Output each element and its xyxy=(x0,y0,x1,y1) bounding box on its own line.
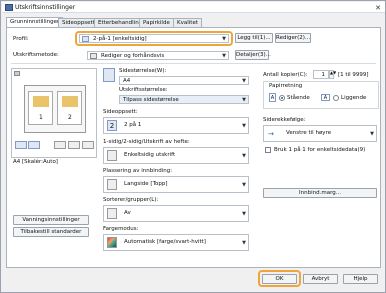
title-bar: Utskriftsinnstillinger ✕ xyxy=(2,2,385,13)
profile-label: Profil: xyxy=(13,36,29,42)
arrow-right-icon: → xyxy=(268,130,274,138)
settings-panel: Profil: 2-på-1 [enkeltsidig] ▼ Legg til(… xyxy=(6,27,381,268)
page-order-select[interactable]: → Venstre til høyre ▼ xyxy=(263,125,377,142)
chevron-down-icon: ▼ xyxy=(242,153,246,159)
preview-caption: A4 [Skalér:Auto] xyxy=(13,159,58,165)
add-profile-button[interactable]: Legg til(1)... xyxy=(235,33,273,43)
binding-value: Langside [Topp] xyxy=(124,181,168,187)
close-icon[interactable]: ✕ xyxy=(375,4,381,12)
output-size-value: Tilpass sidestørrelse xyxy=(123,97,179,103)
tab-quality[interactable]: Kvalitet xyxy=(173,18,202,27)
sorter-label: Sorterer/grupper(L): xyxy=(103,197,159,203)
preview-image xyxy=(33,96,49,107)
output-method-select[interactable]: Rediger og forhåndsvis ▼ xyxy=(87,51,229,60)
preview-sheet: 1 2 xyxy=(24,85,86,133)
page-order-label: Siderekkefølge: xyxy=(263,117,306,123)
profile-select[interactable]: 2-på-1 [enkeltsidig] ▼ xyxy=(79,34,229,43)
orientation-label: Papirretning xyxy=(269,83,303,89)
duplex-value: Enkeltsidig utskrift xyxy=(124,152,176,158)
binding-margin-button[interactable]: Innbind.marg... xyxy=(263,188,377,198)
sorter-value: Av xyxy=(124,210,131,216)
preview-page-right-number: 2 xyxy=(68,114,72,121)
duplex-label: 1-sidig/2-sidig/Utskrift av hefte: xyxy=(103,139,190,145)
preview-page-left-number: 1 xyxy=(39,114,43,121)
landscape-radio[interactable] xyxy=(333,95,339,101)
help-button[interactable]: Hjelp xyxy=(343,274,378,284)
single-sided-icon xyxy=(107,150,117,161)
binding-label: Plassering av innbinding: xyxy=(103,168,173,174)
page-layout-value: 2 på 1 xyxy=(124,122,142,128)
chevron-down-icon: ▼ xyxy=(242,123,246,129)
page-layout-icon: 2 xyxy=(107,120,117,131)
output-method-value: Rediger og forhåndsvis xyxy=(101,53,165,59)
separator xyxy=(11,63,376,64)
paper-view-icon[interactable] xyxy=(28,141,40,149)
binding-select[interactable]: Langside [Topp] ▼ xyxy=(103,176,249,193)
tab-paper-source[interactable]: Papirkilde xyxy=(139,18,174,27)
chevron-down-icon: ▼ xyxy=(222,53,226,59)
chevron-down-icon: ▼ xyxy=(242,182,246,188)
ok-button[interactable]: OK xyxy=(262,274,297,284)
chevron-down-icon: ▼ xyxy=(242,240,246,246)
page-layout-select[interactable]: 2 2 på 1 ▼ xyxy=(103,117,249,134)
rotate-checkbox[interactable] xyxy=(265,147,271,153)
rotate-label: Bruk 1 på 1 for enkeltsidedata(9) xyxy=(274,147,366,153)
profile-value: 2-på-1 [enkeltsidig] xyxy=(93,36,147,42)
chevron-down-icon: ▼ xyxy=(242,97,246,103)
preview-image xyxy=(62,96,78,107)
preview-page-left: 1 xyxy=(28,91,53,125)
restore-defaults-button[interactable]: Tilbakestill standarder xyxy=(13,227,89,237)
portrait-icon: A xyxy=(269,93,276,102)
page-size-icon xyxy=(103,68,115,82)
printer-view-icon[interactable] xyxy=(68,141,80,149)
page-layout-label: Sideoppsett: xyxy=(103,109,138,115)
color-mode-label: Fargemodus: xyxy=(103,226,139,232)
page-order-value: Venstre til høyre xyxy=(286,130,332,136)
color-mode-select[interactable]: Automatisk [farge/svart-hvitt] ▼ xyxy=(103,234,249,251)
sorter-select[interactable]: Av ▼ xyxy=(103,205,249,222)
copies-range: [1 til 9999] xyxy=(338,72,369,78)
layout-view-icon[interactable] xyxy=(15,141,27,149)
edit-profile-button[interactable]: Rediger(2)... xyxy=(275,33,311,43)
sorter-icon xyxy=(107,208,117,219)
window-title: Utskriftsinnstillinger xyxy=(15,4,76,11)
color-mode-icon xyxy=(107,237,117,248)
watermark-settings-button[interactable]: Vanningsinnstillinger xyxy=(13,215,89,225)
chevron-down-icon: ▼ xyxy=(370,131,374,137)
print-preview: 1 2 xyxy=(11,68,97,158)
details-button[interactable]: Detaljer(3)... xyxy=(235,50,271,60)
chevron-down-icon: ▼ xyxy=(242,78,246,84)
landscape-icon: A xyxy=(321,94,330,101)
cancel-button[interactable]: Avbryt xyxy=(303,274,338,284)
color-mode-value: Automatisk [farge/svart-hvitt] xyxy=(124,239,206,245)
chevron-down-icon: ▼ xyxy=(242,211,246,217)
settings-view-icon[interactable] xyxy=(54,141,66,149)
output-size-label: Utskriftsstørrelse: xyxy=(119,87,168,93)
profile-icon xyxy=(82,36,89,42)
print-settings-window: Utskriftsinnstillinger ✕ Grunninnstillin… xyxy=(0,0,386,293)
preview-page-right: 2 xyxy=(57,91,82,125)
printer-app-icon xyxy=(5,4,13,11)
chevron-down-icon: ▼ xyxy=(222,36,226,42)
output-size-select[interactable]: Tilpass sidestørrelse ▼ xyxy=(119,95,249,104)
copies-input[interactable]: 1 xyxy=(313,70,329,79)
printer-icon xyxy=(90,53,97,59)
page-size-label: Sidestørrelse(W): xyxy=(119,68,167,74)
copies-spinner[interactable]: ▲▼ xyxy=(329,70,336,79)
color-view-icon[interactable] xyxy=(82,141,94,149)
portrait-label: Stående xyxy=(287,95,310,101)
output-method-label: Utskriftsmetode: xyxy=(13,52,59,58)
preview-toggle-icon[interactable] xyxy=(14,71,20,76)
page-size-value: A4 xyxy=(123,78,131,84)
landscape-label: Liggende xyxy=(341,95,367,101)
portrait-radio[interactable] xyxy=(279,95,285,101)
page-size-select[interactable]: A4 ▼ xyxy=(119,76,249,85)
tab-basic-settings[interactable]: Grunninnstillinger xyxy=(6,17,64,27)
duplex-select[interactable]: Enkeltsidig utskrift ▼ xyxy=(103,147,249,164)
tab-page-setup[interactable]: Sideoppsett xyxy=(58,18,99,27)
binding-icon xyxy=(107,179,117,190)
copies-label: Antall kopier(C): xyxy=(263,72,308,78)
